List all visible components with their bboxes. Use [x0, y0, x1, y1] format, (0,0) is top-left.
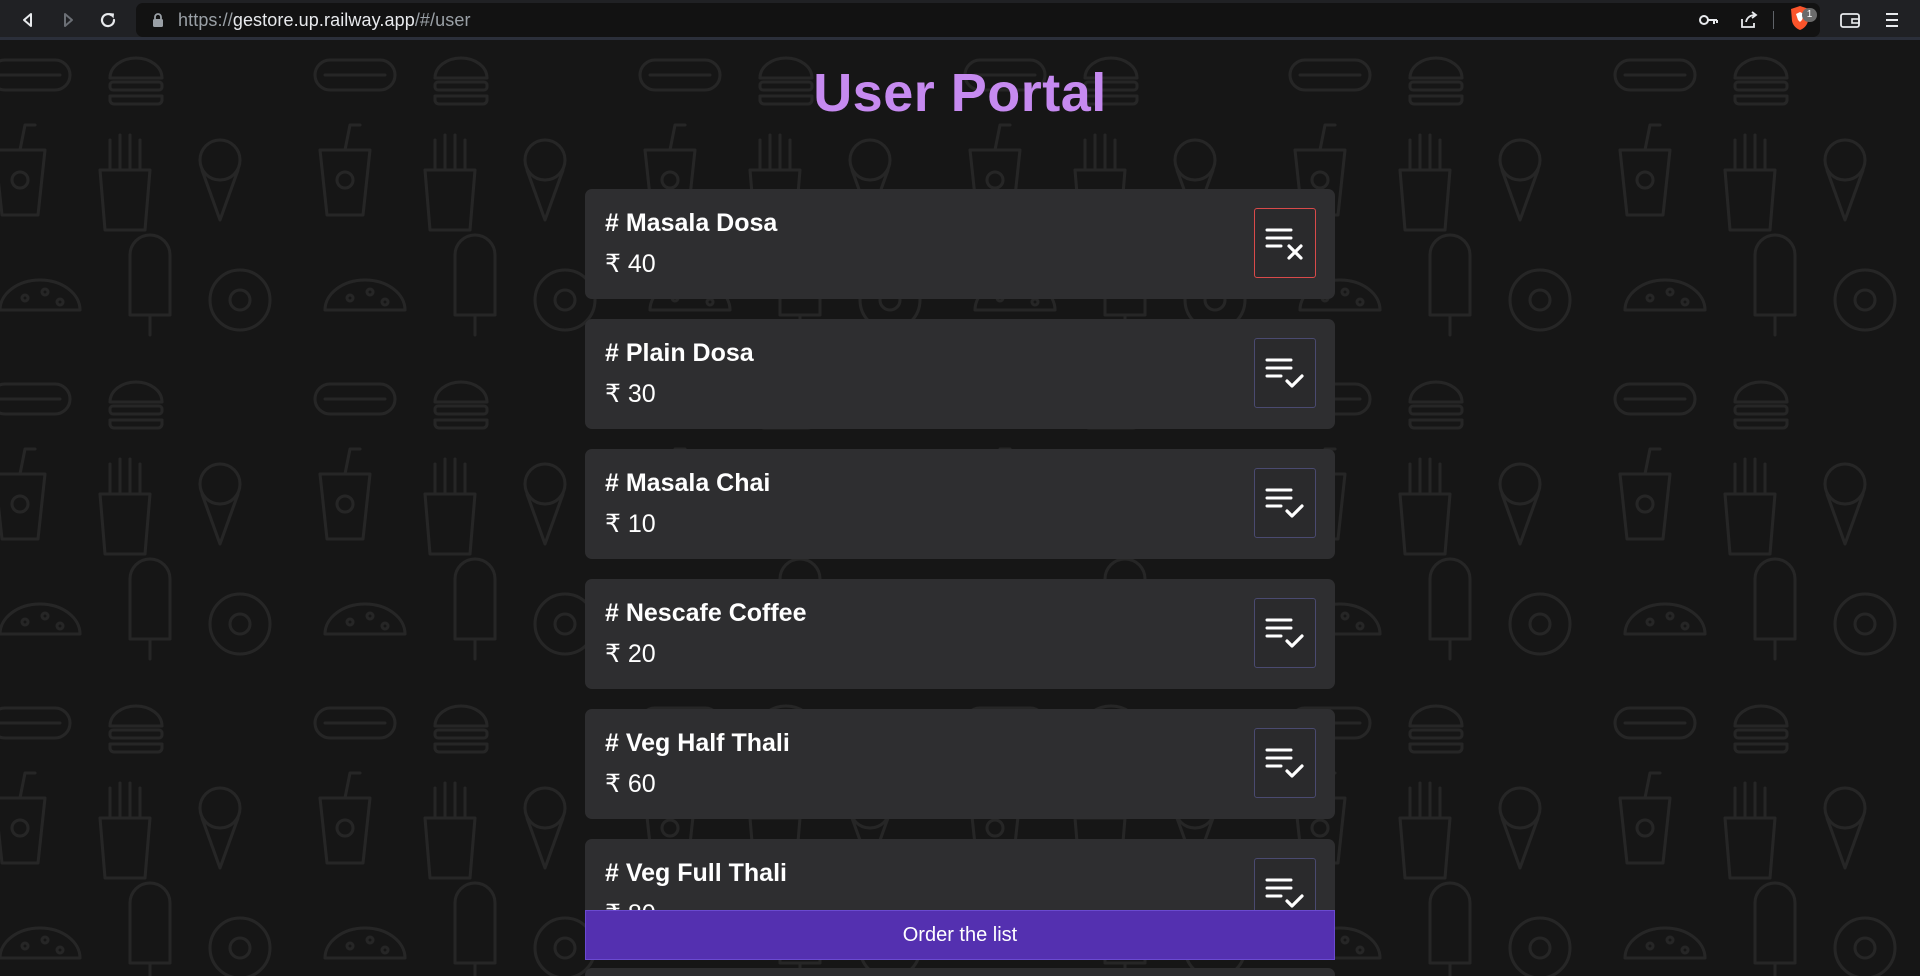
item-price: ₹ 20 — [605, 640, 656, 668]
item-name: # Veg Half Thali — [605, 729, 790, 757]
reload-icon[interactable] — [92, 4, 124, 36]
list-check-icon — [1265, 488, 1304, 518]
item-name: # Masala Dosa — [605, 209, 778, 237]
url-text[interactable]: https://gestore.up.railway.app/#/user — [178, 10, 471, 31]
back-icon[interactable] — [12, 4, 44, 36]
item-name: # Plain Dosa — [605, 339, 754, 367]
url-path: /#/user — [414, 9, 471, 30]
item-price: ₹ 30 — [605, 380, 656, 408]
toolbar-separator — [1773, 11, 1774, 29]
remove-from-list-button[interactable] — [1254, 208, 1316, 278]
list-remove-icon — [1265, 228, 1303, 260]
menu-item-card: # Nescafe Coffee ₹ 20 — [585, 579, 1335, 689]
item-price: ₹ 60 — [605, 770, 656, 798]
menu-icon[interactable] — [1876, 4, 1908, 36]
item-name: # Veg Full Thali — [605, 859, 787, 887]
page-content: User Portal # Masala Dosa ₹ 40 # Plain D… — [0, 40, 1920, 976]
list-check-icon — [1265, 878, 1304, 908]
menu-item-card: # Masala Chai ₹ 10 — [585, 449, 1335, 559]
menu-item-card — [585, 968, 1335, 976]
browser-toolbar: https://gestore.up.railway.app/#/user 1 — [0, 0, 1920, 40]
forward-icon[interactable] — [52, 4, 84, 36]
add-to-list-button[interactable] — [1254, 468, 1316, 538]
item-name: # Nescafe Coffee — [605, 599, 807, 627]
shields-count-badge: 1 — [1802, 8, 1817, 22]
item-price: ₹ 40 — [605, 250, 656, 278]
url-host: gestore.up.railway.app — [232, 9, 415, 30]
menu-item-card: # Masala Dosa ₹ 40 — [585, 189, 1335, 299]
url-scheme: https:// — [178, 9, 233, 30]
key-icon[interactable] — [1694, 3, 1724, 37]
share-icon[interactable] — [1734, 3, 1764, 37]
page-title: User Portal — [813, 63, 1107, 123]
list-check-icon — [1265, 618, 1304, 648]
lock-icon[interactable] — [148, 10, 168, 30]
menu-item-card: # Plain Dosa ₹ 30 — [585, 319, 1335, 429]
item-name: # Masala Chai — [605, 469, 771, 497]
add-to-list-button[interactable] — [1254, 598, 1316, 668]
add-to-list-button[interactable] — [1254, 728, 1316, 798]
menu-item-card: # Veg Half Thali ₹ 60 — [585, 709, 1335, 819]
list-check-icon — [1265, 748, 1304, 778]
list-check-icon — [1265, 358, 1304, 388]
menu-list: # Masala Dosa ₹ 40 # Plain Dosa ₹ 30 # M… — [585, 189, 1335, 969]
add-to-list-button[interactable] — [1254, 338, 1316, 408]
wallet-icon[interactable] — [1834, 4, 1866, 36]
address-bar[interactable]: https://gestore.up.railway.app/#/user — [136, 3, 1820, 37]
item-price: ₹ 10 — [605, 510, 656, 538]
order-list-button[interactable]: Order the list — [585, 910, 1335, 960]
